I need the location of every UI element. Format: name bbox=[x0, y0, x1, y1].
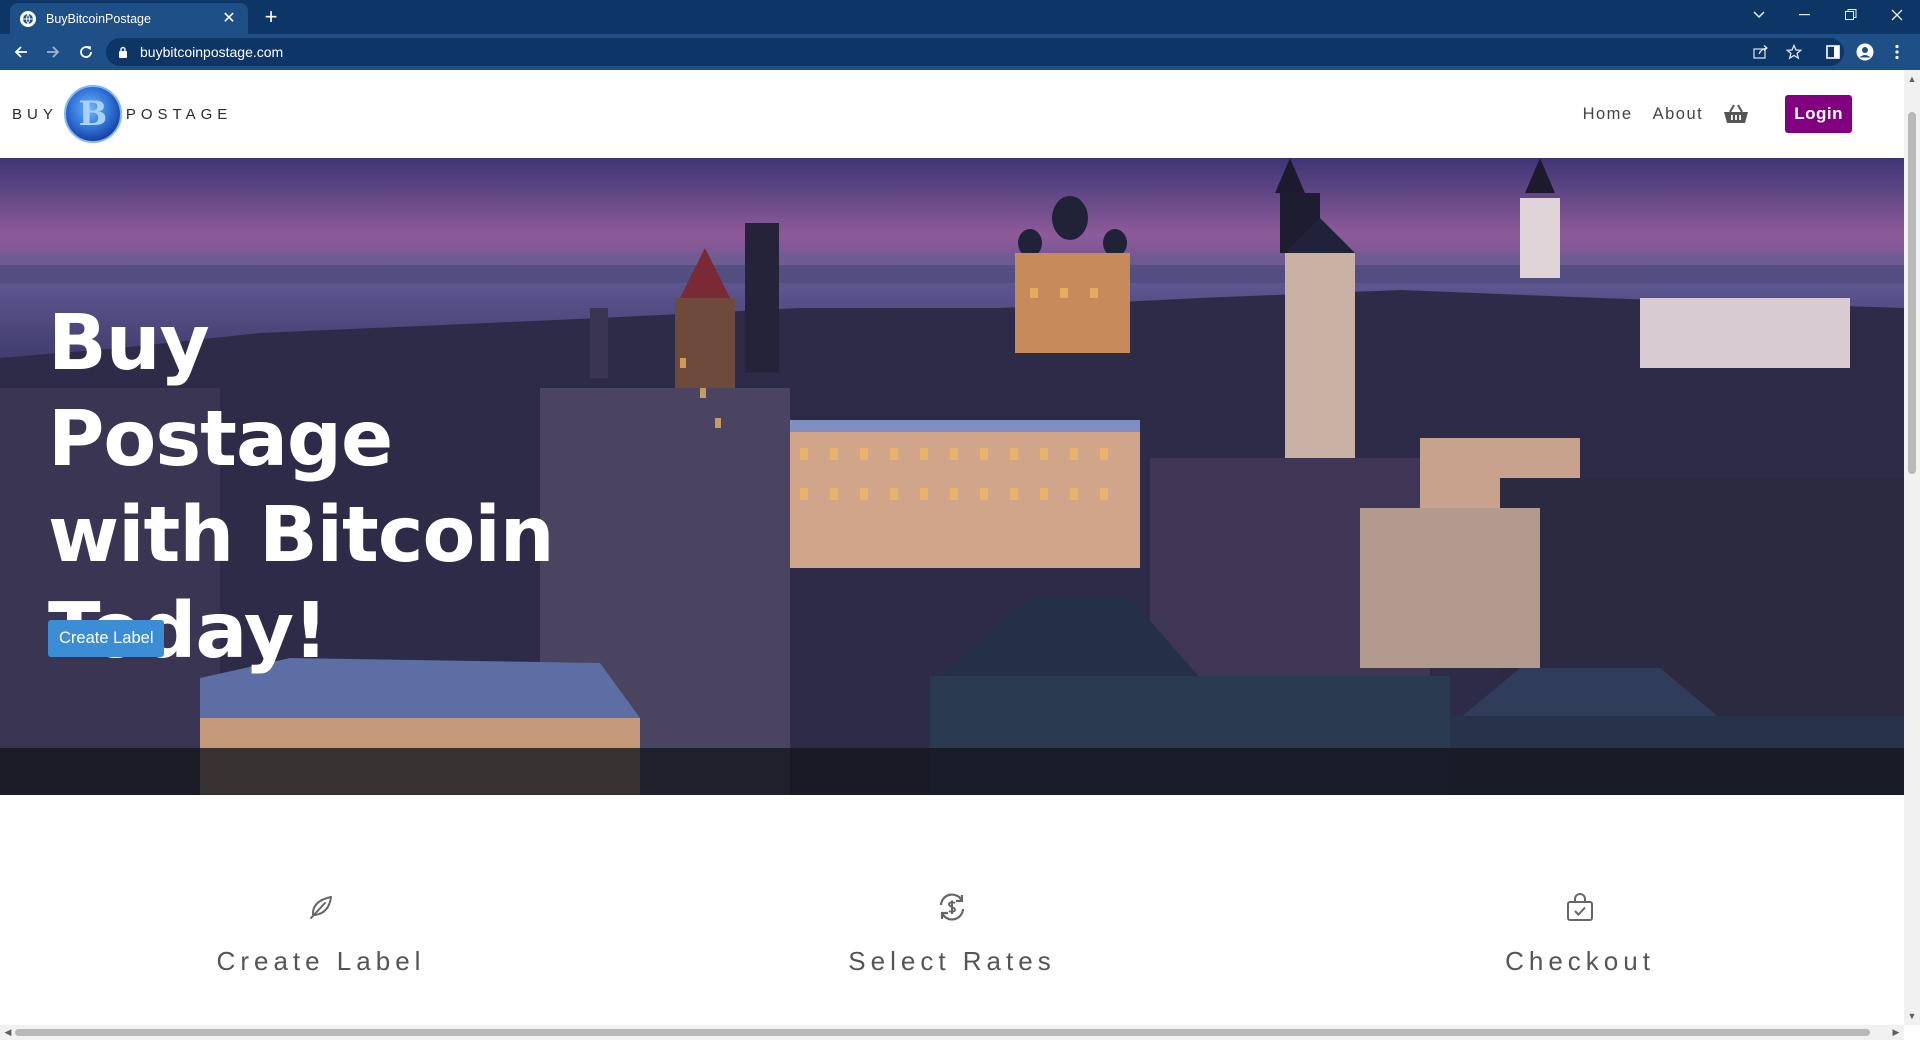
minimize-button[interactable] bbox=[1782, 0, 1828, 30]
step-select-rates: Select Rates bbox=[752, 891, 1152, 977]
menu-kebab-icon[interactable] bbox=[1885, 40, 1909, 64]
logo-coin-letter: B bbox=[78, 94, 108, 134]
site-logo[interactable]: BUY B POSTAGE bbox=[12, 84, 232, 144]
vertical-scrollbar[interactable]: ▲ ▼ bbox=[1904, 70, 1920, 1025]
share-icon[interactable] bbox=[1749, 40, 1773, 64]
step-label: Checkout bbox=[1505, 946, 1655, 976]
horizontal-scrollbar[interactable]: ◀ ▶ bbox=[0, 1025, 1904, 1040]
close-window-button[interactable] bbox=[1874, 0, 1920, 30]
steps-section: Create Label Select Rates Checkout bbox=[0, 795, 1904, 1025]
shopping-basket-icon[interactable] bbox=[1723, 103, 1749, 125]
restore-button[interactable] bbox=[1828, 0, 1874, 30]
forward-icon[interactable] bbox=[41, 40, 65, 64]
feather-icon bbox=[310, 896, 332, 919]
bitcoin-coin-icon: B bbox=[63, 85, 122, 143]
close-tab-icon[interactable]: ✕ bbox=[220, 10, 238, 28]
browser-toolbar: buybitcoinpostage.com bbox=[0, 34, 1920, 70]
nav-home-link[interactable]: Home bbox=[1583, 105, 1633, 124]
nav-about-link[interactable]: About bbox=[1653, 105, 1704, 124]
browser-tab-strip: BuyBitcoinPostage ✕ + bbox=[0, 0, 1920, 34]
scroll-up-arrow-icon[interactable]: ▲ bbox=[1904, 72, 1920, 86]
address-bar[interactable]: buybitcoinpostage.com bbox=[106, 38, 1844, 66]
bookmark-star-icon[interactable] bbox=[1782, 40, 1806, 64]
browser-tab[interactable]: BuyBitcoinPostage ✕ bbox=[10, 3, 248, 34]
logo-word-left: BUY bbox=[12, 105, 58, 123]
step-create-label: Create Label bbox=[121, 891, 521, 977]
step-label: Select Rates bbox=[848, 946, 1056, 976]
step-checkout: Checkout bbox=[1380, 891, 1780, 977]
vertical-scroll-thumb[interactable] bbox=[1908, 112, 1916, 474]
shopping-bag-check-icon bbox=[1567, 893, 1593, 921]
scroll-right-arrow-icon[interactable]: ▶ bbox=[1889, 1025, 1903, 1040]
step-label: Create Label bbox=[216, 946, 426, 976]
create-label-button[interactable]: Create Label bbox=[48, 620, 165, 657]
new-tab-button[interactable]: + bbox=[260, 6, 282, 28]
logo-word-right: POSTAGE bbox=[125, 105, 233, 123]
horizontal-scroll-thumb[interactable] bbox=[15, 1029, 1870, 1036]
main-nav: Home About Login bbox=[1583, 70, 1904, 158]
site-header: BUY B POSTAGE Home About Login bbox=[0, 70, 1904, 158]
globe-icon bbox=[20, 10, 36, 27]
hero-banner: Buy Postage with Bitcoin Today! Create L… bbox=[0, 158, 1904, 795]
url-text: buybitcoinpostage.com bbox=[140, 44, 284, 60]
currency-exchange-icon bbox=[939, 893, 965, 921]
scroll-left-arrow-icon[interactable]: ◀ bbox=[1, 1025, 15, 1040]
tab-search-icon[interactable] bbox=[1736, 0, 1782, 30]
scroll-down-arrow-icon[interactable]: ▼ bbox=[1904, 1009, 1920, 1023]
back-icon[interactable] bbox=[9, 40, 33, 64]
lock-icon bbox=[119, 46, 127, 58]
side-panel-icon[interactable] bbox=[1821, 40, 1845, 64]
tab-title: BuyBitcoinPostage bbox=[46, 11, 151, 26]
page-viewport: BUY B POSTAGE Home About Login Buy Posta… bbox=[0, 70, 1904, 1025]
login-button[interactable]: Login bbox=[1785, 95, 1852, 133]
profile-icon[interactable] bbox=[1853, 40, 1877, 64]
reload-icon[interactable] bbox=[74, 40, 98, 64]
